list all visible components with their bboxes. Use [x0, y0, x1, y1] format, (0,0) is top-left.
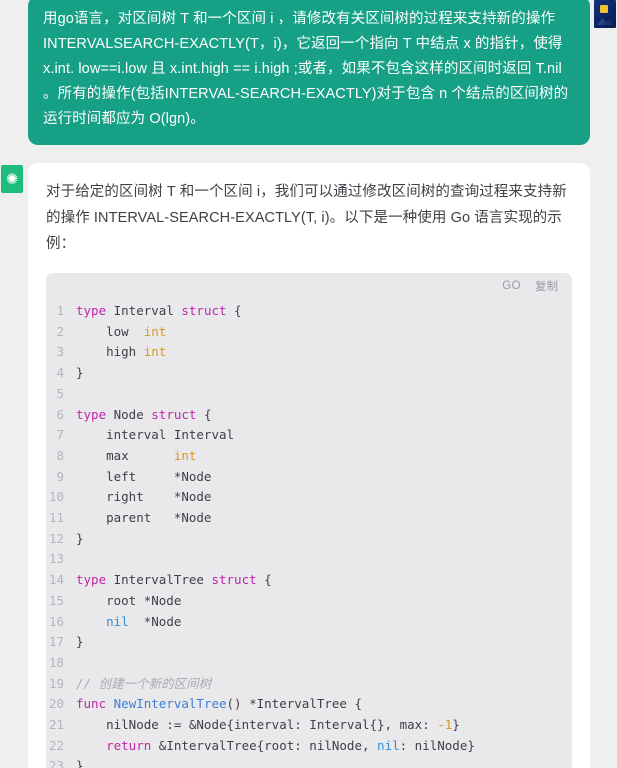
code-line-text: low int — [76, 323, 167, 339]
code-line-text: } — [76, 530, 84, 546]
code-line: 15 root *Node — [46, 591, 572, 612]
code-line-text: nil *Node — [106, 613, 182, 629]
user-message-bubble: 用go语言，对区间树 T 和一个区间 i ，请修改有关区间树的过程来支持新的操作… — [28, 0, 590, 145]
code-line-text: // 创建一个新的区间树 — [76, 675, 212, 691]
code-line-number: 2 — [56, 323, 64, 339]
assistant-message-card: 对于给定的区间树 T 和一个区间 i，我们可以通过修改区间树的查询过程来支持新的… — [28, 163, 590, 768]
code-line: 16 nil *Node — [46, 612, 572, 633]
code-line: 11 parent *Node — [46, 508, 572, 529]
code-line: 21 nilNode := &Node{interval: Interval{}… — [46, 715, 572, 736]
code-line: 8 max int — [46, 446, 572, 467]
code-line: 9 left *Node — [46, 467, 572, 488]
code-line-number: 21 — [48, 717, 64, 733]
code-line-text: parent *Node — [76, 510, 212, 526]
code-block-header: GO 复制 — [46, 273, 572, 299]
assistant-intro-paragraph: 对于给定的区间树 T 和一个区间 i，我们可以通过修改区间树的查询过程来支持新的… — [46, 184, 567, 252]
code-line-number: 17 — [48, 634, 64, 650]
code-line: 18 — [46, 653, 572, 674]
code-line-number: 16 — [48, 613, 64, 629]
code-line: 14 type IntervalTree struct { — [46, 570, 572, 591]
code-line-text: } — [76, 634, 84, 650]
code-line: 10 right *Node — [46, 487, 572, 508]
assistant-avatar-icon[interactable]: ✺ — [1, 165, 23, 193]
code-block: GO 复制 1 type Interval struct {2 low int 3 … — [46, 273, 572, 768]
code-line: 13 — [46, 549, 572, 570]
code-language-label: GO — [502, 280, 521, 292]
chat-page: 用go语言，对区间树 T 和一个区间 i ，请修改有关区间树的过程来支持新的操作… — [0, 0, 617, 768]
code-line-text: type IntervalTree struct { — [76, 572, 272, 588]
code-line-text: high int — [76, 344, 167, 360]
code-line-number: 10 — [48, 489, 64, 505]
code-line-text: max int — [76, 447, 197, 463]
code-line-text: type Node struct { — [76, 406, 212, 422]
code-line: 20 func NewIntervalTree() *IntervalTree { — [46, 694, 572, 715]
code-line-number: 5 — [56, 385, 64, 401]
code-line: 7 interval Interval — [46, 425, 572, 446]
code-line-text: } — [76, 758, 84, 768]
code-line-number: 9 — [56, 468, 64, 484]
code-line-text: nilNode := &Node{interval: Interval{}, m… — [76, 717, 460, 733]
code-line: 3 high int — [46, 342, 572, 363]
code-line-text: type Interval struct { — [76, 303, 242, 318]
code-line: 22 return &IntervalTree{root: nilNode, n… — [46, 736, 572, 757]
code-line-number: 4 — [56, 365, 64, 381]
code-line-number: 6 — [56, 406, 64, 422]
code-line: 17} — [46, 632, 572, 653]
code-line: 1 type Interval struct { — [46, 301, 572, 322]
code-line-number: 8 — [56, 447, 64, 463]
code-line-number: 18 — [48, 654, 64, 670]
code-line: 23} — [46, 756, 572, 768]
code-line-number: 20 — [48, 696, 64, 712]
code-line-number: 3 — [56, 344, 64, 360]
assistant-message-row: ✺ 对于给定的区间树 T 和一个区间 i，我们可以通过修改区间树的查询过程来支持… — [0, 163, 617, 768]
code-content[interactable]: 1 type Interval struct {2 low int 3 high i… — [46, 299, 572, 768]
code-line-text: left *Node — [76, 468, 212, 484]
code-line-text: func NewIntervalTree() *IntervalTree { — [76, 696, 362, 712]
code-line-number: 23 — [48, 758, 64, 768]
user-message-row: 用go语言，对区间树 T 和一个区间 i ，请修改有关区间树的过程来支持新的操作… — [0, 0, 617, 145]
code-line-number: 15 — [48, 592, 64, 608]
code-line-text: } — [76, 365, 84, 381]
code-line-text: return &IntervalTree{root: nilNode, nil:… — [106, 737, 475, 753]
code-line-text: interval Interval — [76, 427, 235, 443]
code-line-number: 13 — [48, 551, 64, 567]
code-line: 6 type Node struct { — [46, 405, 572, 426]
code-line-number: 22 — [48, 737, 64, 753]
code-line: 2 low int — [46, 322, 572, 343]
code-line-text: right *Node — [76, 489, 212, 505]
code-line-number: 19 — [48, 675, 64, 691]
code-line: 12} — [46, 529, 572, 550]
code-line: 4} — [46, 363, 572, 384]
code-line-number: 12 — [48, 530, 64, 546]
code-line-number: 14 — [48, 572, 64, 588]
code-line: 5 — [46, 384, 572, 405]
code-line-number: 1 — [56, 303, 64, 318]
user-avatar-icon[interactable] — [594, 0, 616, 28]
code-line-number: 7 — [56, 427, 64, 443]
code-line-text: root *Node — [76, 592, 182, 608]
code-line-number: 11 — [48, 510, 64, 526]
code-line: 19 // 创建一个新的区间树 — [46, 674, 572, 695]
copy-code-button[interactable]: 复制 — [535, 278, 558, 294]
